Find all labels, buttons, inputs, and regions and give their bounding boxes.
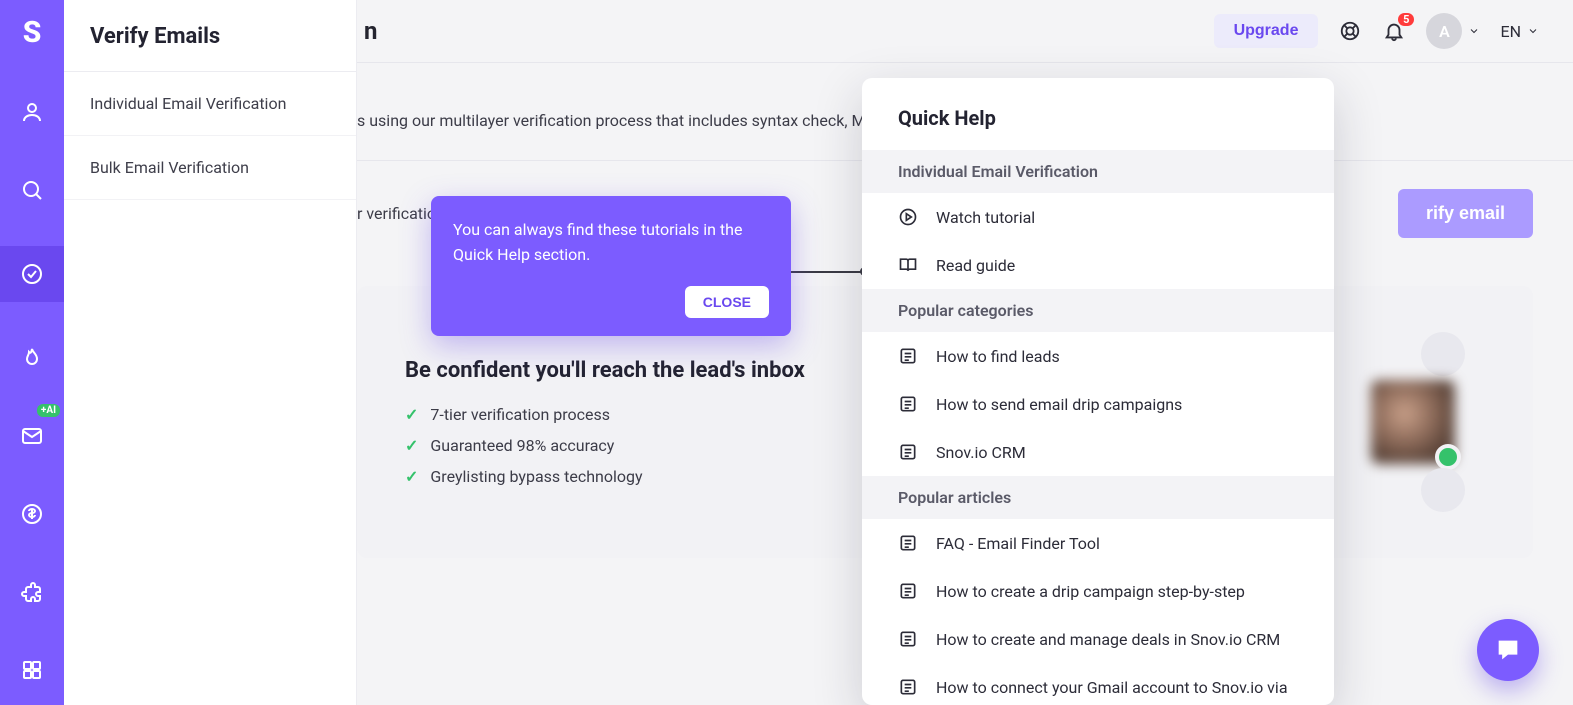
- logo-icon[interactable]: S: [14, 14, 50, 50]
- help-center-button[interactable]: [1338, 19, 1362, 43]
- qh-read-guide[interactable]: Read guide: [862, 241, 1334, 289]
- article-icon: [898, 629, 918, 649]
- tooltip-close-button[interactable]: CLOSE: [685, 286, 769, 318]
- qh-item-label: FAQ - Email Finder Tool: [936, 534, 1100, 553]
- puzzle-icon: [20, 580, 44, 604]
- status-dot-icon: [1435, 444, 1461, 470]
- rail-item-deals[interactable]: [0, 492, 64, 536]
- qh-item-label: How to find leads: [936, 347, 1060, 366]
- article-icon: [898, 346, 918, 366]
- check-circle-icon: [20, 262, 44, 286]
- qh-item-label: How to connect your Gmail account to Sno…: [936, 678, 1288, 697]
- qh-item-label: Watch tutorial: [936, 208, 1035, 227]
- article-icon: [898, 442, 918, 462]
- qh-item-label: Read guide: [936, 256, 1015, 275]
- qh-item-label: How to create and manage deals in Snov.i…: [936, 630, 1280, 649]
- play-circle-icon: [898, 207, 918, 227]
- verify-email-button[interactable]: rify email: [1398, 189, 1533, 238]
- qh-section-categories: Popular categories: [862, 289, 1334, 332]
- quick-help-title: Quick Help: [862, 78, 1334, 150]
- avatar: A: [1426, 13, 1462, 49]
- article-icon: [898, 581, 918, 601]
- search-icon: [20, 178, 44, 202]
- chevron-down-icon: [1468, 25, 1480, 37]
- confident-heading: Be confident you'll reach the lead's inb…: [405, 358, 805, 383]
- qh-category-item[interactable]: How to send email drip campaigns: [862, 380, 1334, 428]
- qh-article-item[interactable]: How to create and manage deals in Snov.i…: [862, 615, 1334, 663]
- qh-watch-tutorial[interactable]: Watch tutorial: [862, 193, 1334, 241]
- language-selector[interactable]: EN: [1500, 22, 1539, 41]
- mail-icon: [20, 424, 44, 448]
- qh-category-item[interactable]: How to find leads: [862, 332, 1334, 380]
- rail-item-extensions[interactable]: [0, 570, 64, 614]
- qh-section-current: Individual Email Verification: [862, 150, 1334, 193]
- notifications-button[interactable]: 5: [1382, 19, 1406, 43]
- rail-item-profile[interactable]: [0, 90, 64, 134]
- rail-item-verify[interactable]: [0, 246, 64, 302]
- dollar-circle-icon: [20, 502, 44, 526]
- upgrade-button[interactable]: Upgrade: [1214, 14, 1319, 48]
- chevron-down-icon: [1527, 25, 1539, 37]
- rail-item-campaigns[interactable]: +AI: [0, 414, 64, 458]
- list-item: ✓ Guaranteed 98% accuracy: [405, 436, 805, 455]
- rail-item-apps[interactable]: [0, 648, 64, 692]
- check-icon: ✓: [405, 467, 418, 486]
- qh-article-item[interactable]: How to create a drip campaign step-by-st…: [862, 567, 1334, 615]
- chat-fab[interactable]: [1477, 619, 1539, 681]
- account-menu[interactable]: A: [1426, 13, 1480, 49]
- feature-text: 7-tier verification process: [430, 405, 610, 424]
- feature-text: Greylisting bypass technology: [430, 467, 642, 486]
- book-icon: [898, 255, 918, 275]
- tutorial-tooltip: You can always find these tutorials in t…: [431, 196, 791, 336]
- quick-help-panel: Quick Help Individual Email Verification…: [862, 78, 1334, 705]
- check-icon: ✓: [405, 405, 418, 424]
- rail-item-search[interactable]: [0, 168, 64, 212]
- article-icon: [898, 394, 918, 414]
- flame-icon: [20, 346, 44, 370]
- qh-item-label: How to send email drip campaigns: [936, 395, 1182, 414]
- chat-icon: [1494, 636, 1522, 664]
- notification-count-badge: 5: [1398, 13, 1414, 26]
- lifebuoy-icon: [1339, 20, 1361, 42]
- tooltip-text: You can always find these tutorials in t…: [453, 218, 769, 268]
- check-icon: ✓: [405, 436, 418, 455]
- decorative-bubble: [1421, 332, 1465, 376]
- list-item: ✓ 7-tier verification process: [405, 405, 805, 424]
- rail-item-warmup[interactable]: [0, 336, 64, 380]
- language-label: EN: [1500, 22, 1521, 41]
- tooltip-pointer-line: [791, 271, 863, 273]
- verify-input-label: r verificatio: [357, 204, 436, 223]
- submenu-panel: Verify Emails Individual Email Verificat…: [64, 0, 357, 705]
- page-title: n: [364, 17, 377, 45]
- qh-item-label: Snov.io CRM: [936, 443, 1026, 462]
- feature-list: ✓ 7-tier verification process ✓ Guaranteed…: [405, 405, 805, 486]
- submenu-item-bulk[interactable]: Bulk Email Verification: [64, 136, 356, 200]
- ai-badge: +AI: [37, 404, 60, 417]
- nav-rail: S +AI: [0, 0, 64, 705]
- submenu-title: Verify Emails: [64, 0, 356, 72]
- qh-section-articles: Popular articles: [862, 476, 1334, 519]
- submenu-item-individual[interactable]: Individual Email Verification: [64, 72, 356, 136]
- user-icon: [20, 100, 44, 124]
- qh-item-label: How to create a drip campaign step-by-st…: [936, 582, 1245, 601]
- article-icon: [898, 533, 918, 553]
- decorative-bubble: [1421, 468, 1465, 512]
- grid-icon: [20, 658, 44, 682]
- qh-article-item[interactable]: FAQ - Email Finder Tool: [862, 519, 1334, 567]
- qh-category-item[interactable]: Snov.io CRM: [862, 428, 1334, 476]
- article-icon: [898, 677, 918, 697]
- list-item: ✓ Greylisting bypass technology: [405, 467, 805, 486]
- qh-article-item[interactable]: How to connect your Gmail account to Sno…: [862, 663, 1334, 705]
- feature-text: Guaranteed 98% accuracy: [430, 436, 614, 455]
